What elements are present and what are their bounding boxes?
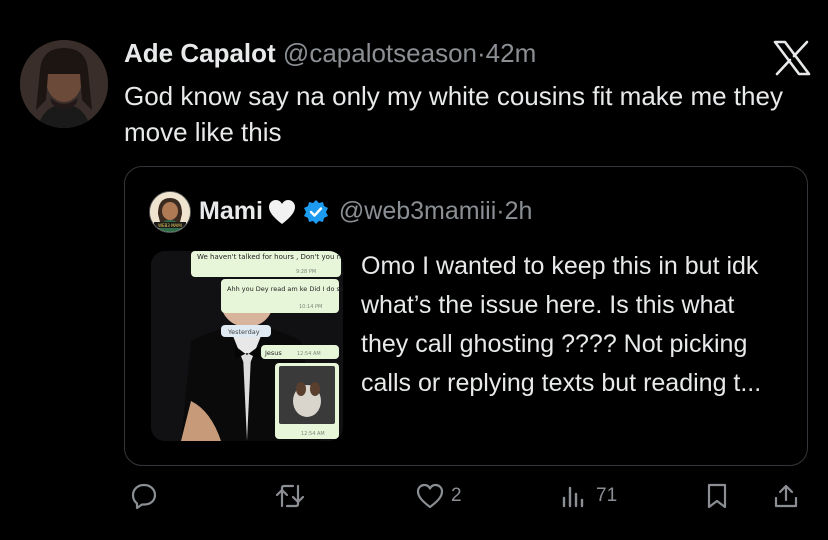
quote-author-handle[interactable]: @web3mamiii — [339, 197, 496, 226]
bookmark-icon — [704, 482, 730, 510]
chat-time-3: 12:54 AM — [297, 351, 321, 357]
like-count: 2 — [451, 485, 462, 506]
retweet-button[interactable] — [275, 482, 305, 510]
views-button[interactable]: 71 — [560, 482, 617, 510]
chat-message-2: Ahh you Dey read am ke Did I do somethin… — [227, 285, 343, 293]
author-avatar[interactable] — [20, 40, 108, 128]
chat-time-4: 12:54 AM — [301, 431, 325, 437]
x-logo-icon[interactable] — [772, 40, 812, 76]
chat-time-1: 9:28 PM — [296, 269, 316, 275]
author-handle[interactable]: @capalotseason — [283, 38, 477, 68]
views-count: 71 — [596, 485, 618, 506]
quote-time[interactable]: 2h — [505, 197, 533, 226]
tweet-time[interactable]: 42m — [486, 38, 537, 68]
white-heart-icon — [267, 198, 297, 226]
chat-message-3: Jesus — [264, 349, 282, 357]
chat-date-chip: Yesterday — [227, 328, 260, 336]
reply-button[interactable] — [130, 482, 158, 510]
separator-dot: · — [496, 197, 505, 225]
chat-message-1: We haven't talked for hours , Don't you … — [197, 253, 343, 261]
like-button[interactable]: 2 — [415, 482, 462, 510]
verified-badge-icon[interactable] — [303, 199, 329, 225]
share-button[interactable] — [772, 482, 800, 510]
views-icon — [560, 482, 590, 510]
share-icon — [772, 482, 800, 510]
reply-icon — [130, 482, 158, 510]
quote-author-name[interactable]: Mami — [199, 197, 263, 226]
quoted-tweet-card[interactable]: WEB3 MAMI Mami @web3mamiii · 2h We haven't… — [124, 166, 808, 466]
retweet-icon — [275, 482, 305, 510]
quote-author-avatar[interactable]: WEB3 MAMI — [149, 191, 191, 233]
heart-icon — [415, 482, 445, 510]
tweet-action-bar: 2 71 — [0, 480, 828, 520]
quote-media-thumbnail[interactable]: We haven't talked for hours , Don't you … — [151, 251, 343, 441]
avatar-logo-text: WEB3 MAMI — [158, 223, 182, 228]
quote-text: Omo I wanted to keep this in but idk wha… — [361, 252, 762, 397]
separator-dot: · — [477, 38, 486, 68]
chat-time-2: 10:14 PM — [299, 304, 322, 310]
tweet-header: Ade Capalot @capalotseason·42m — [124, 38, 536, 69]
bookmark-button[interactable] — [704, 482, 730, 510]
quote-header: Mami @web3mamiii · 2h — [199, 197, 532, 226]
tweet-text: God know say na only my white cousins fi… — [124, 81, 783, 147]
author-name[interactable]: Ade Capalot — [124, 38, 276, 68]
